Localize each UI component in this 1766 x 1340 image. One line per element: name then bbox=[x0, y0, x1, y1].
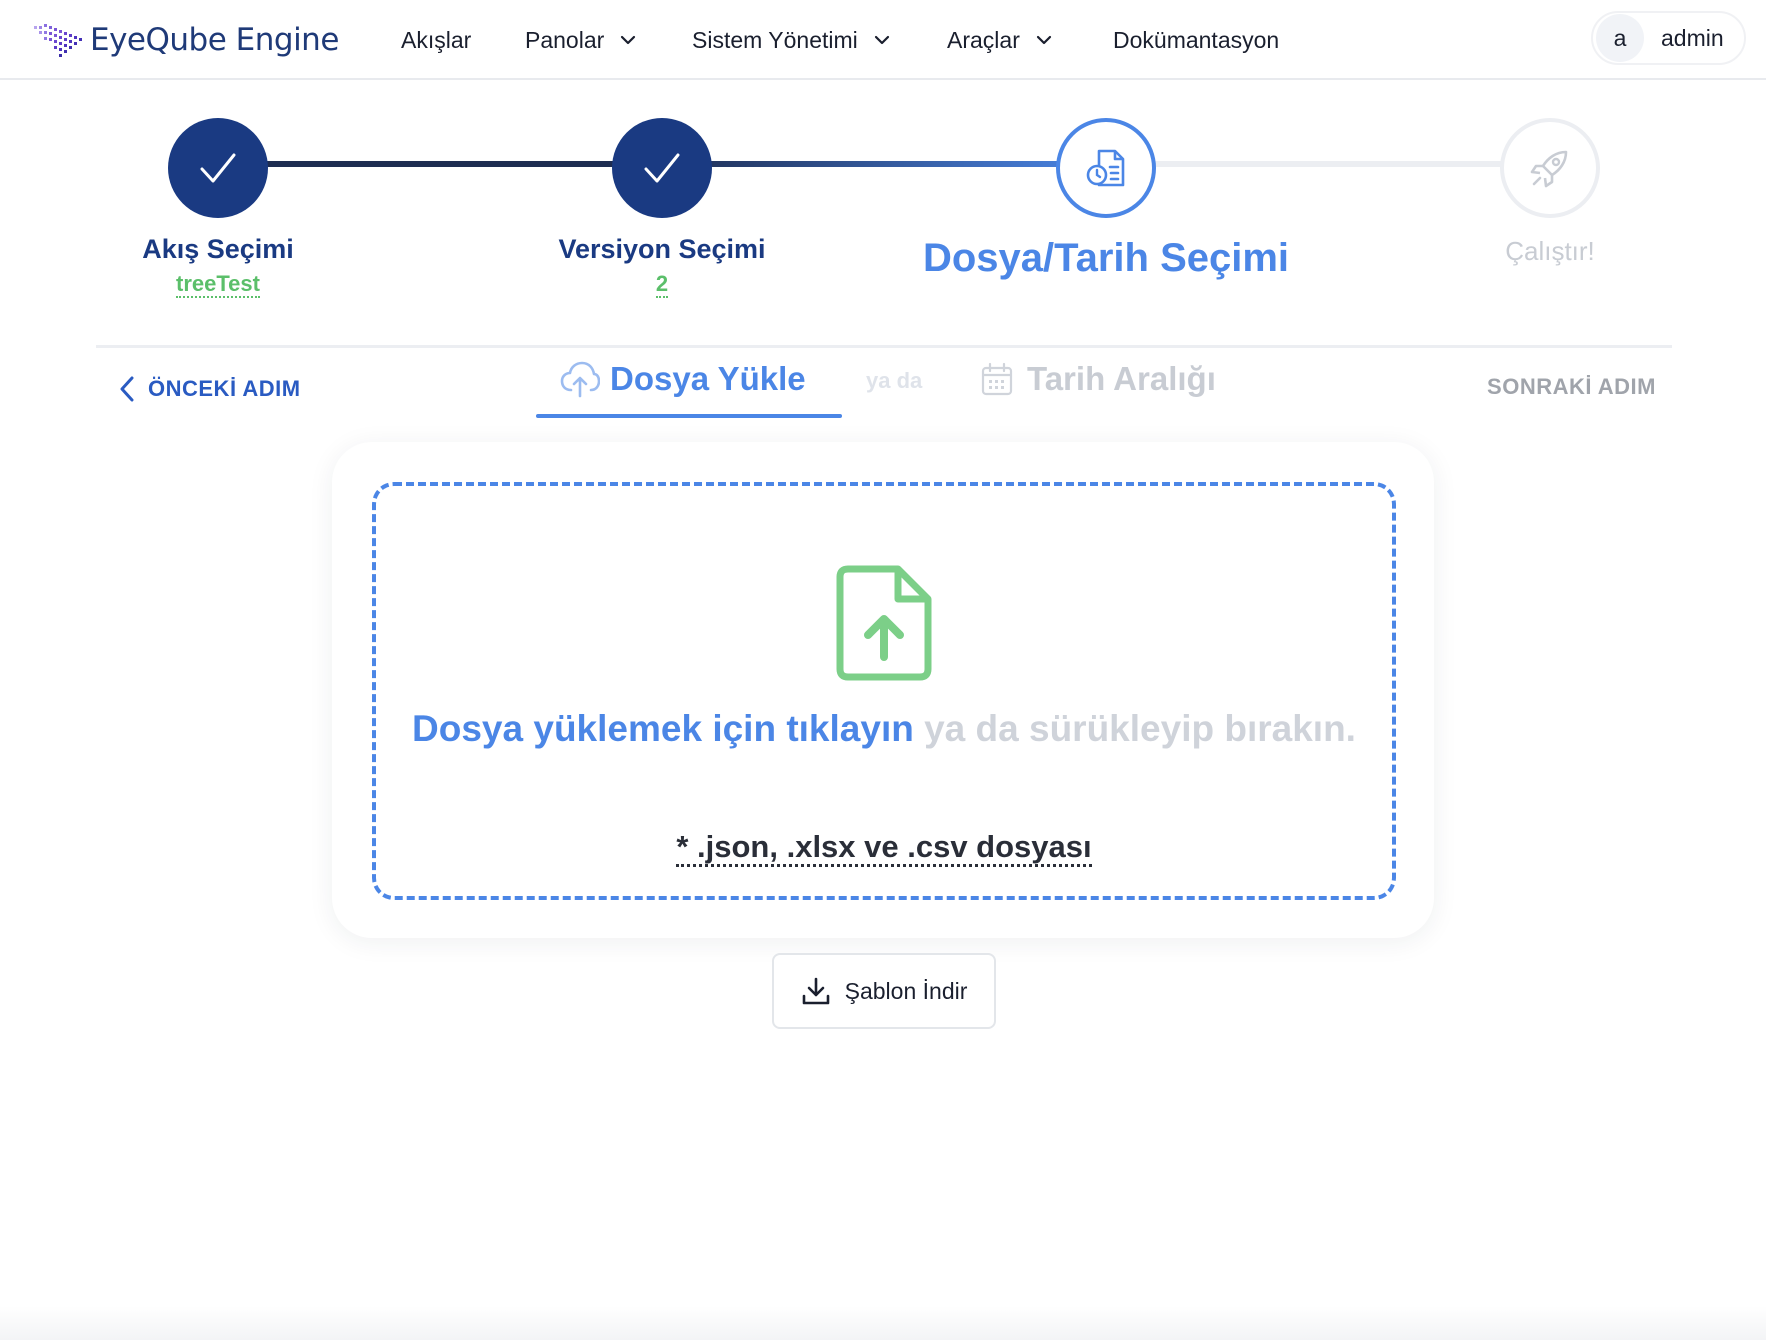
user-menu[interactable]: a admin bbox=[1591, 11, 1746, 65]
tab-label: Tarih Aralığı bbox=[1027, 360, 1216, 397]
step-title: Versiyon Seçimi bbox=[558, 234, 766, 264]
divider bbox=[96, 345, 1672, 348]
cloud-upload-icon bbox=[560, 361, 600, 398]
step-title-active: Dosya/Tarih Seçimi bbox=[922, 236, 1290, 280]
user-name: admin bbox=[1661, 24, 1724, 51]
nav-item-dokumantasyon[interactable]: Dokümantasyon bbox=[1113, 0, 1279, 80]
click-to-upload-text[interactable]: Dosya yüklemek için tıklayın bbox=[412, 708, 914, 749]
accepted-file-types: * .json, .xlsx ve .csv dosyası bbox=[372, 829, 1396, 867]
step-title: Akış Seçimi bbox=[142, 234, 294, 264]
chevron-down-icon bbox=[1036, 35, 1051, 45]
rocket-icon bbox=[1530, 150, 1568, 188]
bottom-edge bbox=[0, 1306, 1766, 1340]
nav-item-label: Akışlar bbox=[401, 26, 472, 53]
previous-step-label: ÖNCEKİ ADIM bbox=[148, 376, 301, 401]
tab-label: Dosya Yükle bbox=[610, 360, 806, 397]
avatar: a bbox=[1596, 14, 1644, 62]
active-tab-indicator bbox=[536, 414, 842, 418]
step-circle-dosya-tarih-secimi[interactable] bbox=[1056, 118, 1156, 218]
download-template-label: Şablon İndir bbox=[844, 977, 968, 1004]
accepted-file-types-label: * .json, .xlsx ve .csv dosyası bbox=[676, 829, 1092, 867]
step-circle-versiyon-secimi[interactable] bbox=[612, 118, 712, 218]
calendar-icon bbox=[981, 362, 1013, 396]
drag-drop-text: ya da sürükleyip bırakın. bbox=[924, 708, 1356, 749]
download-template-button[interactable]: Şablon İndir bbox=[772, 953, 996, 1029]
step-value-link[interactable]: 2 bbox=[655, 272, 669, 298]
chevron-left-icon bbox=[120, 376, 134, 402]
tab-tarih-araligi[interactable]: Tarih Aralığı bbox=[981, 360, 1216, 398]
nav-item-araclar[interactable]: Araçlar bbox=[947, 0, 1054, 80]
chevron-down-icon bbox=[874, 35, 889, 45]
next-step-button[interactable]: SONRAKİ ADIM bbox=[1487, 374, 1656, 400]
nav-item-panolar[interactable]: Panolar bbox=[525, 0, 638, 80]
top-navbar: EyeQube Engine Akışlar Panolar Sistem Yö… bbox=[0, 0, 1766, 80]
nav-item-label: Sistem Yönetimi bbox=[692, 26, 858, 53]
step-title: Çalıştır! bbox=[1505, 236, 1595, 266]
brand-home-link[interactable]: EyeQube Engine bbox=[32, 16, 339, 64]
tab-dosya-yukle[interactable]: Dosya Yükle bbox=[560, 360, 806, 398]
chevron-down-icon bbox=[621, 35, 636, 45]
nav-item-akislar[interactable]: Akışlar bbox=[401, 0, 471, 80]
check-icon bbox=[200, 153, 236, 183]
file-upload-icon bbox=[836, 565, 932, 681]
step-connector bbox=[662, 161, 1106, 167]
nav-item-label: Araçlar bbox=[947, 26, 1020, 53]
nav-item-label: Panolar bbox=[525, 26, 605, 53]
download-icon bbox=[802, 977, 829, 1005]
dropzone-instruction: Dosya yüklemek için tıklayın ya da sürük… bbox=[372, 700, 1396, 758]
check-icon bbox=[644, 153, 680, 183]
brand-name: EyeQube Engine bbox=[90, 22, 339, 58]
step-circle-akis-secimi[interactable] bbox=[168, 118, 268, 218]
step-connector bbox=[1106, 161, 1550, 167]
previous-step-button[interactable]: ÖNCEKİ ADIM bbox=[116, 372, 301, 406]
nav-item-sistem-yonetimi[interactable]: Sistem Yönetimi bbox=[692, 0, 892, 80]
eyeqube-logo-icon bbox=[34, 24, 82, 57]
step-value-link[interactable]: treeTest bbox=[176, 272, 260, 298]
or-separator: ya da bbox=[866, 368, 923, 393]
step-circle-calistir[interactable] bbox=[1500, 118, 1600, 218]
step-connector bbox=[218, 161, 662, 167]
document-clock-icon bbox=[1086, 149, 1125, 187]
nav-item-label: Dokümantasyon bbox=[1113, 26, 1280, 53]
